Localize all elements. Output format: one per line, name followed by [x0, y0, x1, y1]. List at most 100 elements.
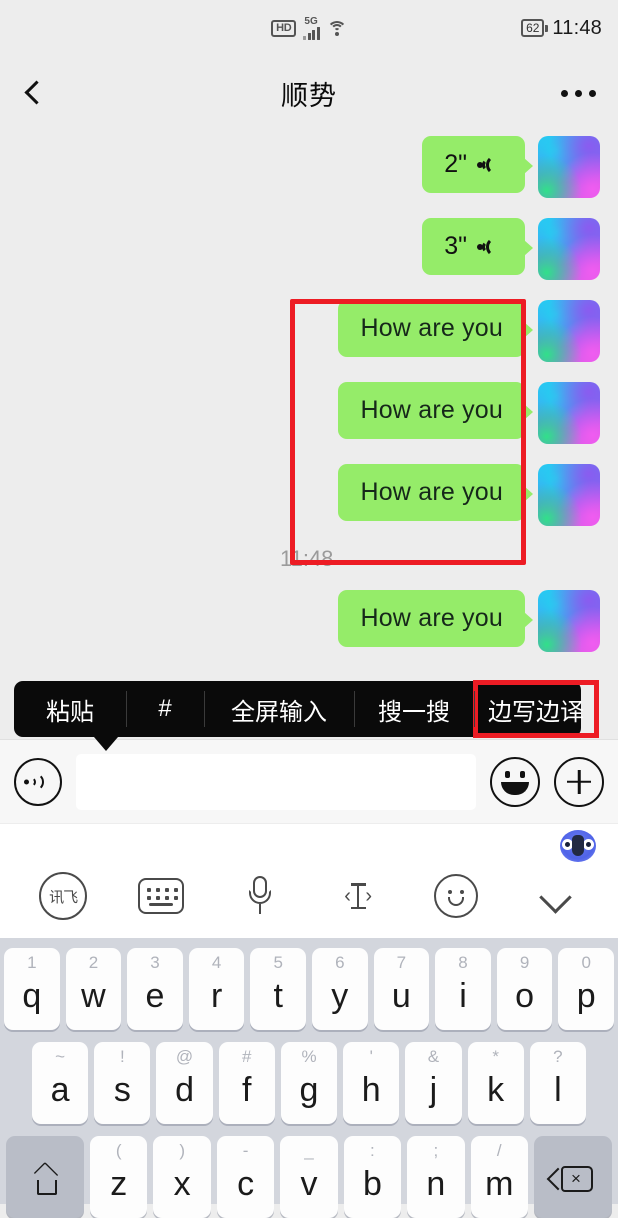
iflytek-logo-icon[interactable]: 讯飞	[36, 869, 90, 923]
key-n[interactable]: ; n	[407, 1136, 465, 1218]
virtual-keyboard[interactable]: 1q 2w 3e 4r 5t 6y 7u 8i 9o 0p ~ a ! s @ d #…	[0, 938, 618, 1218]
key-label: f	[242, 1071, 252, 1109]
key-z[interactable]: (z	[90, 1136, 148, 1218]
message-input-bar	[0, 739, 618, 823]
message-row-text-3: How are you	[0, 464, 618, 526]
voice-duration: 3"	[444, 232, 467, 260]
key-j[interactable]: & j	[405, 1042, 462, 1124]
message-text: How are you	[360, 396, 503, 424]
key-p[interactable]: 0p	[558, 948, 614, 1030]
key-superscript: !	[119, 1047, 125, 1066]
battery-level: 62	[521, 19, 545, 37]
key-s[interactable]: ! s	[94, 1042, 151, 1124]
cursor-move-icon[interactable]: ‹ ›	[331, 869, 385, 923]
message-input-field[interactable]	[76, 753, 476, 810]
chat-bubble[interactable]: How are you	[338, 382, 533, 439]
key-superscript: 1	[27, 953, 37, 972]
status-bar-clock: 11:48	[552, 16, 602, 39]
context-menu-item-hash[interactable]: #	[126, 681, 204, 737]
context-menu-item-translate-while-typing[interactable]: 边写边译	[473, 680, 599, 738]
cellular-signal-icon: 5G	[303, 15, 320, 40]
key-a[interactable]: ~ a	[32, 1042, 89, 1124]
chat-bubble[interactable]: 2"	[422, 136, 533, 193]
key-label: y	[331, 977, 349, 1015]
key-superscript: :	[370, 1141, 375, 1160]
key-label: r	[210, 977, 223, 1015]
keyboard-row-2: ~ a ! s @ d # f % g ' h & j * k ? l	[4, 1042, 614, 1124]
key-label: s	[113, 1071, 131, 1109]
key-g[interactable]: % g	[280, 1042, 338, 1124]
sound-wave-icon	[477, 153, 503, 177]
key-f[interactable]: # f	[218, 1042, 275, 1124]
key-i[interactable]: 8i	[435, 948, 491, 1030]
more-options-icon[interactable]	[561, 89, 596, 97]
key-label: c	[237, 1165, 255, 1203]
mascot-avatar-icon[interactable]	[560, 830, 596, 862]
context-menu-item-paste[interactable]: 粘贴	[14, 681, 126, 737]
key-d[interactable]: @ d	[156, 1042, 213, 1124]
key-superscript: 4	[211, 953, 222, 972]
context-menu-item-fullscreen-input[interactable]: 全屏输入	[204, 681, 354, 737]
avatar[interactable]	[538, 218, 600, 280]
ime-button-row: 讯飞 ‹ ›	[0, 860, 618, 932]
key-v[interactable]: _ v	[280, 1136, 338, 1218]
key-k[interactable]: * k	[467, 1042, 524, 1124]
voice-input-icon[interactable]	[14, 757, 62, 806]
plus-icon[interactable]	[554, 756, 604, 807]
network-type-label: 5G	[304, 15, 318, 27]
avatar[interactable]	[538, 300, 600, 362]
key-r[interactable]: 4r	[188, 948, 245, 1030]
avatar[interactable]	[538, 464, 600, 526]
key-w[interactable]: 2w	[65, 948, 122, 1030]
message-text: How are you	[360, 314, 503, 342]
key-superscript: (	[115, 1141, 122, 1160]
chevron-down-icon[interactable]	[528, 869, 582, 923]
key-u[interactable]: 7u	[373, 948, 430, 1030]
key-t[interactable]: 5t	[250, 948, 306, 1030]
key-label: w	[81, 977, 106, 1015]
key-o[interactable]: 9o	[496, 948, 553, 1030]
voice-message-content: 2"	[444, 150, 503, 179]
context-menu-item-search[interactable]: 搜一搜	[354, 681, 474, 737]
message-row-text-1: How are you	[0, 300, 618, 362]
key-superscript: ~	[55, 1047, 66, 1066]
keyboard-icon[interactable]	[134, 869, 188, 923]
status-bar-right: 62 11:48	[521, 0, 602, 56]
key-label: h	[361, 1071, 381, 1109]
chat-bubble[interactable]: How are you	[338, 464, 533, 521]
key-superscript: -	[242, 1141, 249, 1160]
emoji-icon[interactable]	[490, 756, 540, 807]
key-b[interactable]: :b	[343, 1136, 402, 1218]
smiley-icon[interactable]	[429, 869, 483, 923]
key-h[interactable]: ' h	[343, 1042, 400, 1124]
avatar[interactable]	[538, 382, 600, 444]
message-row-voice-2: 3"	[0, 218, 618, 280]
shift-key-icon[interactable]	[6, 1136, 85, 1218]
key-superscript: *	[492, 1047, 499, 1066]
key-e[interactable]: 3e	[127, 948, 183, 1030]
chat-bubble[interactable]: 3"	[422, 218, 533, 275]
key-superscript: 0	[581, 953, 591, 972]
context-menu[interactable]: 粘贴 # 全屏输入 搜一搜 边写边译	[14, 680, 599, 751]
key-c[interactable]: -c	[216, 1136, 275, 1218]
chat-bubble[interactable]: How are you	[338, 300, 533, 357]
key-label: b	[362, 1165, 382, 1203]
key-q[interactable]: 1q	[4, 948, 60, 1030]
backspace-key-icon[interactable]: ×	[533, 1136, 612, 1218]
keyboard-row-3: (z ) x -c _ v :b ; n / m ×	[4, 1136, 614, 1218]
key-l[interactable]: ? l	[529, 1042, 586, 1124]
wifi-icon	[326, 20, 347, 36]
avatar[interactable]	[538, 590, 600, 652]
microphone-icon[interactable]	[233, 869, 287, 923]
backspace-glyph: ×	[570, 1169, 581, 1188]
context-menu-pointer	[94, 737, 118, 751]
avatar[interactable]	[538, 136, 600, 198]
chat-bubble[interactable]: How are you	[338, 590, 533, 647]
key-label: n	[426, 1165, 446, 1203]
key-y[interactable]: 6y	[312, 948, 368, 1030]
key-x[interactable]: ) x	[153, 1136, 211, 1218]
iflytek-logo-label: 讯飞	[39, 872, 88, 920]
phone-screen: HD 5G 62 11:48 顺势 2" 3" How are you How …	[0, 0, 618, 1218]
key-m[interactable]: / m	[470, 1136, 528, 1218]
key-label: z	[110, 1165, 128, 1203]
